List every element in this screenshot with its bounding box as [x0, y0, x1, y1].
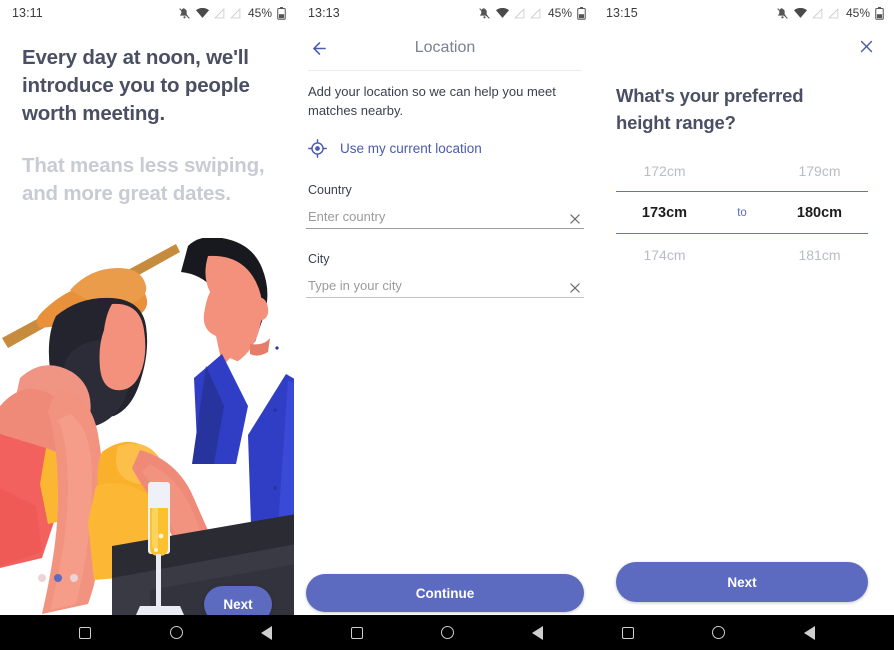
picker-from-value-selected[interactable]: 173cm	[616, 205, 713, 221]
battery-percent: 45%	[248, 6, 272, 20]
picker-to-value[interactable]: 181cm	[771, 247, 868, 263]
form-description: Add your location so we can help you mee…	[306, 82, 584, 120]
battery-percent: 45%	[548, 6, 572, 20]
signal-icon	[514, 8, 525, 19]
bell-off-icon	[178, 7, 191, 20]
android-nav-bar	[0, 615, 894, 650]
wifi-icon	[196, 8, 209, 19]
use-current-location-button[interactable]: Use my current location	[306, 137, 484, 160]
use-current-location-label: Use my current location	[340, 141, 482, 156]
wifi-icon	[496, 8, 509, 19]
home-circle-icon[interactable]	[441, 626, 454, 639]
back-button[interactable]	[296, 26, 342, 70]
app-bar-divider	[308, 70, 582, 71]
status-icons: 45%	[478, 6, 586, 20]
picker-from-value[interactable]: 174cm	[616, 247, 713, 263]
status-time: 13:15	[606, 6, 638, 20]
recents-square-icon[interactable]	[622, 627, 634, 639]
country-input[interactable]	[306, 209, 584, 229]
city-field-row	[306, 278, 584, 298]
page-subtitle: That means less swiping, and more great …	[22, 152, 276, 208]
next-button[interactable]: Next	[616, 562, 868, 602]
picker-row[interactable]: 172cm 179cm	[616, 150, 868, 191]
home-circle-icon[interactable]	[712, 626, 725, 639]
status-icons: 45%	[178, 6, 286, 20]
signal-icon	[214, 8, 225, 19]
battery-icon	[577, 7, 586, 20]
country-field-row	[306, 209, 584, 229]
continue-button[interactable]: Continue	[306, 574, 584, 612]
picker-to-value-selected[interactable]: 180cm	[771, 205, 868, 221]
recents-square-icon[interactable]	[79, 627, 91, 639]
status-time: 13:11	[12, 6, 43, 20]
close-icon	[568, 212, 582, 226]
couple-toasting-illustration	[0, 238, 296, 615]
gps-crosshair-icon	[308, 139, 327, 158]
close-button[interactable]	[852, 32, 880, 60]
status-bar: 13:13 45%	[296, 0, 594, 26]
location-form-body: Add your location so we can help you mee…	[296, 82, 594, 298]
back-triangle-icon[interactable]	[261, 626, 272, 640]
page-title: What's your preferred height range?	[616, 82, 862, 136]
pagination-dot[interactable]	[70, 574, 78, 582]
status-bar: 13:11 45%	[0, 0, 294, 26]
intro-copy: Every day at noon, we'll introduce you t…	[22, 44, 276, 208]
status-icons: 45%	[776, 6, 884, 20]
city-input[interactable]	[306, 278, 584, 298]
bell-off-icon	[776, 7, 789, 20]
picker-to-value[interactable]: 179cm	[771, 163, 868, 179]
signal-icon	[828, 8, 839, 19]
status-bar: 13:15 45%	[594, 0, 892, 26]
battery-percent: 45%	[846, 6, 870, 20]
city-field-group: City	[306, 252, 584, 298]
app-bar: Location	[296, 26, 594, 70]
picker-separator-label: to	[713, 207, 771, 219]
screen-height-range: 13:15 45% What's your preferred height r…	[594, 0, 892, 650]
pagination-dot[interactable]	[38, 574, 46, 582]
page-title: Every day at noon, we'll introduce you t…	[22, 44, 276, 128]
status-time: 13:13	[308, 6, 340, 20]
back-triangle-icon[interactable]	[532, 626, 543, 640]
signal-icon	[530, 8, 541, 19]
recents-square-icon[interactable]	[351, 627, 363, 639]
battery-icon	[875, 7, 884, 20]
pagination-dots[interactable]	[38, 574, 78, 582]
three-screen-comparison: 13:11 45% Every day at noon, we'll intro…	[0, 0, 894, 650]
battery-icon	[277, 7, 286, 20]
clear-city-button[interactable]	[568, 281, 582, 295]
close-icon	[858, 38, 875, 55]
back-triangle-icon[interactable]	[804, 626, 815, 640]
wifi-icon	[794, 8, 807, 19]
pagination-dot-active[interactable]	[54, 574, 62, 582]
home-circle-icon[interactable]	[170, 626, 183, 639]
screen-location-form: 13:13 45% Location Add your location so …	[296, 0, 594, 650]
city-underline	[306, 297, 584, 298]
arrow-left-icon	[310, 39, 329, 58]
bell-off-icon	[478, 7, 491, 20]
country-underline	[306, 228, 584, 229]
picker-row-selected[interactable]: 173cm to 180cm	[616, 191, 868, 234]
country-label: Country	[306, 183, 584, 197]
signal-icon	[812, 8, 823, 19]
app-bar-title: Location	[342, 39, 594, 57]
signal-icon	[230, 8, 241, 19]
picker-row[interactable]: 174cm 181cm	[616, 234, 868, 275]
city-label: City	[306, 252, 584, 266]
close-icon	[568, 281, 582, 295]
screen-onboarding-intro: 13:11 45% Every day at noon, we'll intro…	[0, 0, 296, 650]
picker-from-value[interactable]: 172cm	[616, 163, 713, 179]
clear-country-button[interactable]	[568, 212, 582, 226]
height-range-picker[interactable]: 172cm 179cm 173cm to 180cm 174cm 181cm	[616, 150, 868, 275]
country-field-group: Country	[306, 183, 584, 229]
